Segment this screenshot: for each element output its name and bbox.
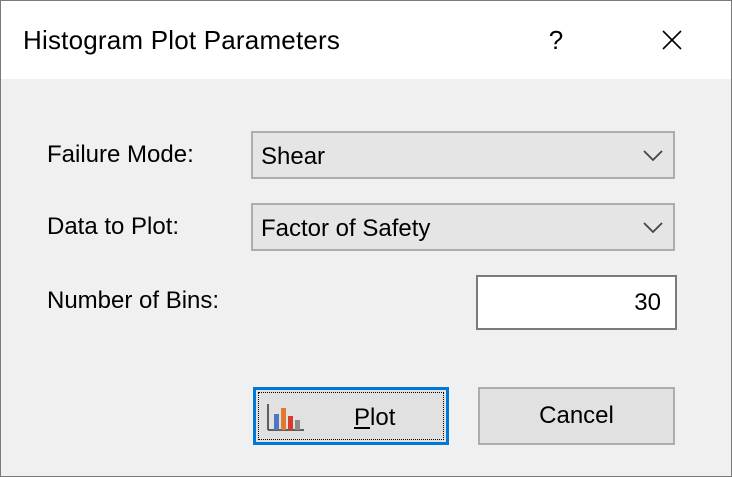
plot-button-label: Plot xyxy=(354,404,396,431)
title-bar: Histogram Plot Parameters ? xyxy=(1,1,731,79)
histogram-icon xyxy=(267,404,304,431)
cancel-button-label: Cancel xyxy=(539,402,614,429)
number-of-bins-value: 30 xyxy=(634,289,661,316)
failure-mode-label: Failure Mode: xyxy=(47,141,194,168)
failure-mode-value: Shear xyxy=(261,143,326,170)
close-icon xyxy=(662,30,682,50)
plot-button[interactable]: Plot xyxy=(253,387,449,445)
help-button[interactable]: ? xyxy=(521,1,591,79)
data-to-plot-label: Data to Plot: xyxy=(47,213,180,240)
chevron-down-icon xyxy=(643,150,663,162)
dialog-title: Histogram Plot Parameters xyxy=(23,25,341,55)
number-of-bins-label: Number of Bins: xyxy=(47,287,220,314)
help-icon: ? xyxy=(548,24,564,55)
data-to-plot-select[interactable]: Factor of Safety xyxy=(251,203,675,251)
number-of-bins-input[interactable]: 30 xyxy=(476,275,677,330)
data-to-plot-value: Factor of Safety xyxy=(261,215,431,242)
histogram-plot-dialog: Histogram Plot Parameters ? Failure Mode… xyxy=(0,0,732,477)
failure-mode-select[interactable]: Shear xyxy=(251,131,675,179)
close-button[interactable] xyxy=(637,1,707,79)
cancel-button[interactable]: Cancel xyxy=(478,387,675,445)
chevron-down-icon xyxy=(643,222,663,234)
